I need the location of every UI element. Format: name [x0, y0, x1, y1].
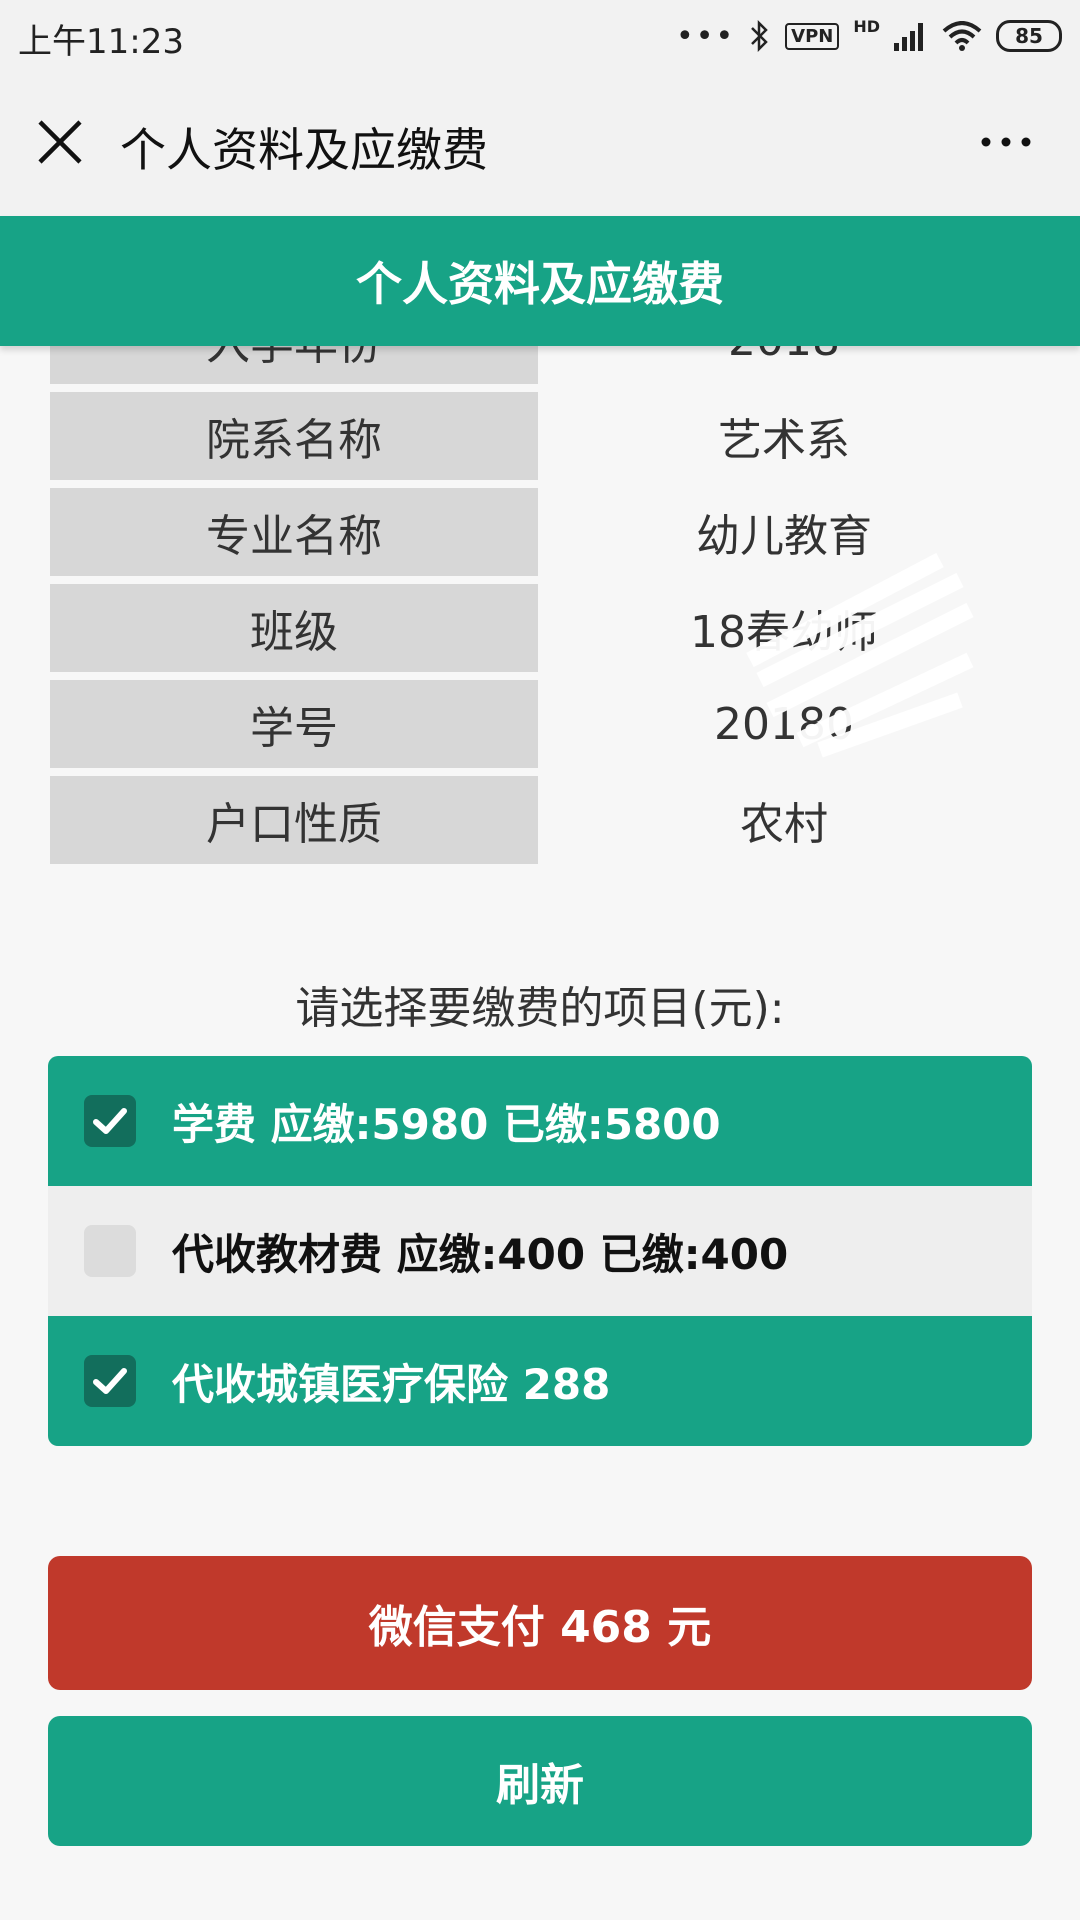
info-label: 户口性质: [50, 776, 538, 864]
checkbox-checked[interactable]: [84, 1355, 136, 1407]
info-row-household-type: 户口性质 农村: [50, 776, 1030, 864]
status-bar: 上午11:23 ••• VPN HD 85: [0, 0, 1080, 72]
notification-dots-icon: •••: [676, 18, 736, 54]
checkbox-checked[interactable]: [84, 1095, 136, 1147]
status-icons: ••• VPN HD 85: [676, 14, 1062, 58]
signal-icon: [894, 23, 923, 51]
info-label: 专业名称: [50, 488, 538, 576]
more-icon[interactable]: [976, 122, 1036, 162]
info-value: 农村: [740, 799, 828, 850]
nav-bar: 个人资料及应缴费: [0, 72, 1080, 216]
fee-item-tuition[interactable]: 学费 应缴:5980 已缴:5800: [48, 1056, 1032, 1186]
check-icon: [93, 1108, 127, 1134]
fee-item-label: 代收教材费 应缴:400 已缴:400: [172, 1229, 789, 1279]
vpn-icon: VPN: [785, 22, 840, 50]
info-label: 学号: [50, 680, 538, 768]
fee-item-medical-insurance[interactable]: 代收城镇医疗保险 288: [48, 1316, 1032, 1446]
battery-icon: 85: [996, 20, 1062, 52]
refresh-button[interactable]: 刷新: [48, 1716, 1032, 1846]
status-time: 上午11:23: [18, 22, 184, 62]
info-label: 班级: [50, 584, 538, 672]
info-label: 院系名称: [50, 392, 538, 480]
wechat-pay-button[interactable]: 微信支付 468 元: [48, 1556, 1032, 1690]
page-header: 个人资料及应缴费: [0, 216, 1080, 346]
fee-selection-prompt: 请选择要缴费的项目(元):: [295, 983, 785, 1034]
bluetooth-icon: [751, 19, 768, 53]
fee-item-textbook[interactable]: 代收教材费 应缴:400 已缴:400: [48, 1186, 1032, 1316]
hd-icon: HD: [853, 16, 880, 36]
checkbox-unchecked[interactable]: [84, 1225, 136, 1277]
info-row-department: 院系名称 艺术系: [50, 392, 1030, 480]
fee-item-label: 代收城镇医疗保险 288: [172, 1359, 611, 1409]
wifi-icon: [942, 21, 982, 51]
info-value: 艺术系: [718, 415, 850, 466]
fee-item-label: 学费 应缴:5980 已缴:5800: [172, 1099, 721, 1149]
check-icon: [93, 1368, 127, 1394]
nav-title: 个人资料及应缴费: [120, 123, 488, 177]
close-icon[interactable]: [36, 118, 84, 166]
redaction-scribble: [746, 552, 974, 758]
fee-list: 学费 应缴:5980 已缴:5800 代收教材费 应缴:400 已缴:400 代…: [48, 1056, 1032, 1446]
